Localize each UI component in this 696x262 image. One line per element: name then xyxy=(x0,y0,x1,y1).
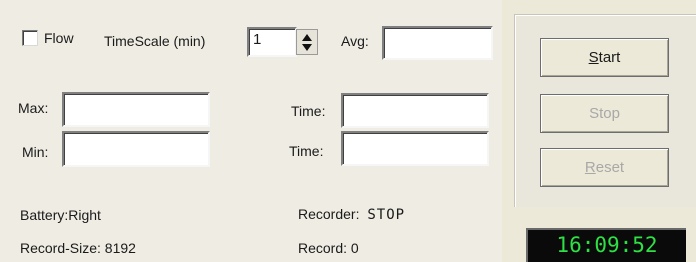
flow-label: Flow xyxy=(44,30,74,46)
timescale-spinner[interactable] xyxy=(296,29,318,55)
flow-checkbox[interactable] xyxy=(22,30,38,46)
record-size-status: Record-Size: 8192 xyxy=(20,240,136,256)
max-time-field[interactable] xyxy=(341,93,489,128)
spin-up-arrow-icon[interactable] xyxy=(302,34,312,41)
reset-button[interactable]: Reset xyxy=(540,148,669,187)
max-field[interactable] xyxy=(62,92,210,127)
recorder-value: STOP xyxy=(367,207,406,223)
recorder-status: Recorder: STOP xyxy=(298,206,405,223)
min-time-label: Time: xyxy=(289,143,324,159)
max-time-label: Time: xyxy=(291,103,326,119)
timescale-input[interactable]: 1 xyxy=(247,27,297,57)
avg-label: Avg: xyxy=(341,33,369,49)
start-button-label: tart xyxy=(598,49,621,66)
spin-down-arrow-icon[interactable] xyxy=(302,44,312,51)
min-label: Min: xyxy=(22,144,49,160)
min-field[interactable] xyxy=(62,131,210,167)
avg-field[interactable] xyxy=(382,26,493,60)
stop-button-label: Stop xyxy=(589,105,620,122)
record-count-status: Record: 0 xyxy=(298,240,359,256)
battery-status: Battery:Right xyxy=(20,207,101,223)
reset-button-label: eset xyxy=(595,159,625,176)
timescale-label: TimeScale (min) xyxy=(104,33,206,49)
min-time-field[interactable] xyxy=(341,131,489,166)
max-label: Max: xyxy=(18,100,49,116)
stop-button[interactable]: Stop xyxy=(540,94,669,133)
start-button-mnemonic: S xyxy=(588,49,599,66)
start-button[interactable]: Start xyxy=(540,38,669,77)
clock-display: 16:09:52 xyxy=(526,228,686,262)
timescale-value: 1 xyxy=(253,31,262,48)
recorder-label: Recorder: xyxy=(298,206,360,222)
reset-button-mnemonic: R xyxy=(584,159,596,176)
